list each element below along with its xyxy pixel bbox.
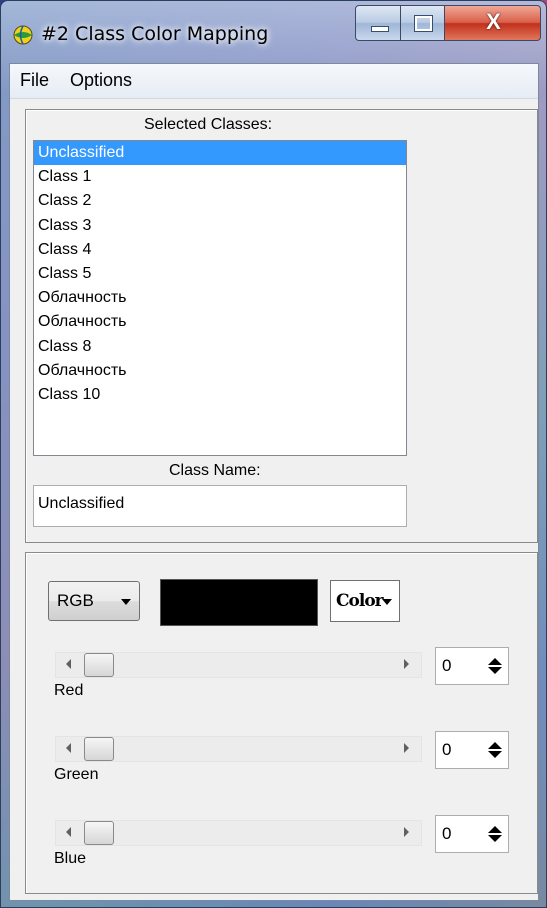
list-item[interactable]: Unclassified	[34, 141, 406, 166]
list-item[interactable]: Class 4	[34, 238, 406, 262]
arrow-left-icon[interactable]	[66, 659, 71, 669]
close-icon: X	[486, 9, 501, 34]
title-bar[interactable]: #2 Class Color Mapping X	[1, 1, 546, 63]
menu-options[interactable]: Options	[70, 70, 132, 91]
app-globe-icon	[13, 25, 33, 45]
green-value: 0	[442, 740, 452, 759]
blue-spinbox[interactable]: 0	[435, 815, 509, 853]
window-title: #2 Class Color Mapping	[41, 23, 269, 45]
spin-down-icon[interactable]	[488, 667, 502, 674]
spin-up-icon[interactable]	[488, 658, 502, 665]
blue-value: 0	[442, 824, 452, 843]
close-button[interactable]: X	[444, 5, 541, 41]
red-label: Red	[54, 682, 84, 699]
minimize-button[interactable]	[355, 5, 401, 41]
client-area: File Options Selected Classes: Unclassif…	[9, 63, 539, 901]
color-mode-value: RGB	[57, 591, 94, 610]
arrow-right-icon[interactable]	[404, 827, 409, 837]
class-selection-group: Selected Classes: Unclassified Class 1 Cla…	[25, 109, 538, 543]
red-value: 0	[442, 656, 452, 675]
arrow-left-icon[interactable]	[66, 743, 71, 753]
spin-up-icon[interactable]	[488, 826, 502, 833]
red-spinbox[interactable]: 0	[435, 647, 509, 685]
color-mode-dropdown[interactable]: RGB	[48, 581, 140, 621]
green-slider-thumb[interactable]	[84, 737, 114, 761]
list-item[interactable]: Облачность	[34, 310, 406, 334]
list-item[interactable]: Class 5	[34, 262, 406, 286]
list-item[interactable]: Class 8	[34, 335, 406, 359]
arrow-right-icon[interactable]	[404, 743, 409, 753]
list-item[interactable]: Облачность	[34, 359, 406, 383]
color-button[interactable]: Color	[330, 580, 400, 622]
class-name-label: Class Name:	[169, 462, 261, 479]
green-label: Green	[54, 766, 99, 783]
blue-label: Blue	[54, 850, 87, 867]
arrow-right-icon[interactable]	[404, 659, 409, 669]
class-color-mapping-window: #2 Class Color Mapping X File Options Se…	[0, 0, 547, 908]
blue-slider-thumb[interactable]	[84, 821, 114, 845]
color-button-label: Color	[336, 591, 384, 611]
spin-down-icon[interactable]	[488, 751, 502, 758]
color-group: RGB Color Red 0 Green 0 Blue 0	[25, 552, 538, 894]
blue-slider[interactable]	[55, 820, 422, 846]
classes-listbox[interactable]: Unclassified Class 1 Class 2 Class 3 Class 4…	[33, 140, 407, 456]
red-slider-thumb[interactable]	[84, 653, 114, 677]
arrow-left-icon[interactable]	[66, 827, 71, 837]
minimize-icon	[371, 26, 389, 32]
menu-file[interactable]: File	[20, 70, 49, 91]
green-slider[interactable]	[55, 736, 422, 762]
chevron-down-icon	[121, 599, 131, 605]
list-item[interactable]: Class 2	[34, 189, 406, 213]
color-swatch	[160, 579, 318, 626]
spin-down-icon[interactable]	[488, 835, 502, 842]
menu-bar: File Options	[10, 64, 538, 99]
chevron-down-icon	[382, 599, 392, 605]
green-spinbox[interactable]: 0	[435, 731, 509, 769]
list-item[interactable]: Class 10	[34, 383, 406, 407]
list-item[interactable]: Облачность	[34, 286, 406, 310]
red-slider[interactable]	[55, 652, 422, 678]
list-item[interactable]: Class 1	[34, 165, 406, 189]
spin-up-icon[interactable]	[488, 742, 502, 749]
list-item[interactable]: Class 3	[34, 214, 406, 238]
selected-classes-label: Selected Classes:	[144, 116, 273, 133]
maximize-button[interactable]	[400, 5, 445, 41]
class-name-field[interactable]: Unclassified	[33, 485, 407, 527]
maximize-icon	[414, 15, 433, 32]
